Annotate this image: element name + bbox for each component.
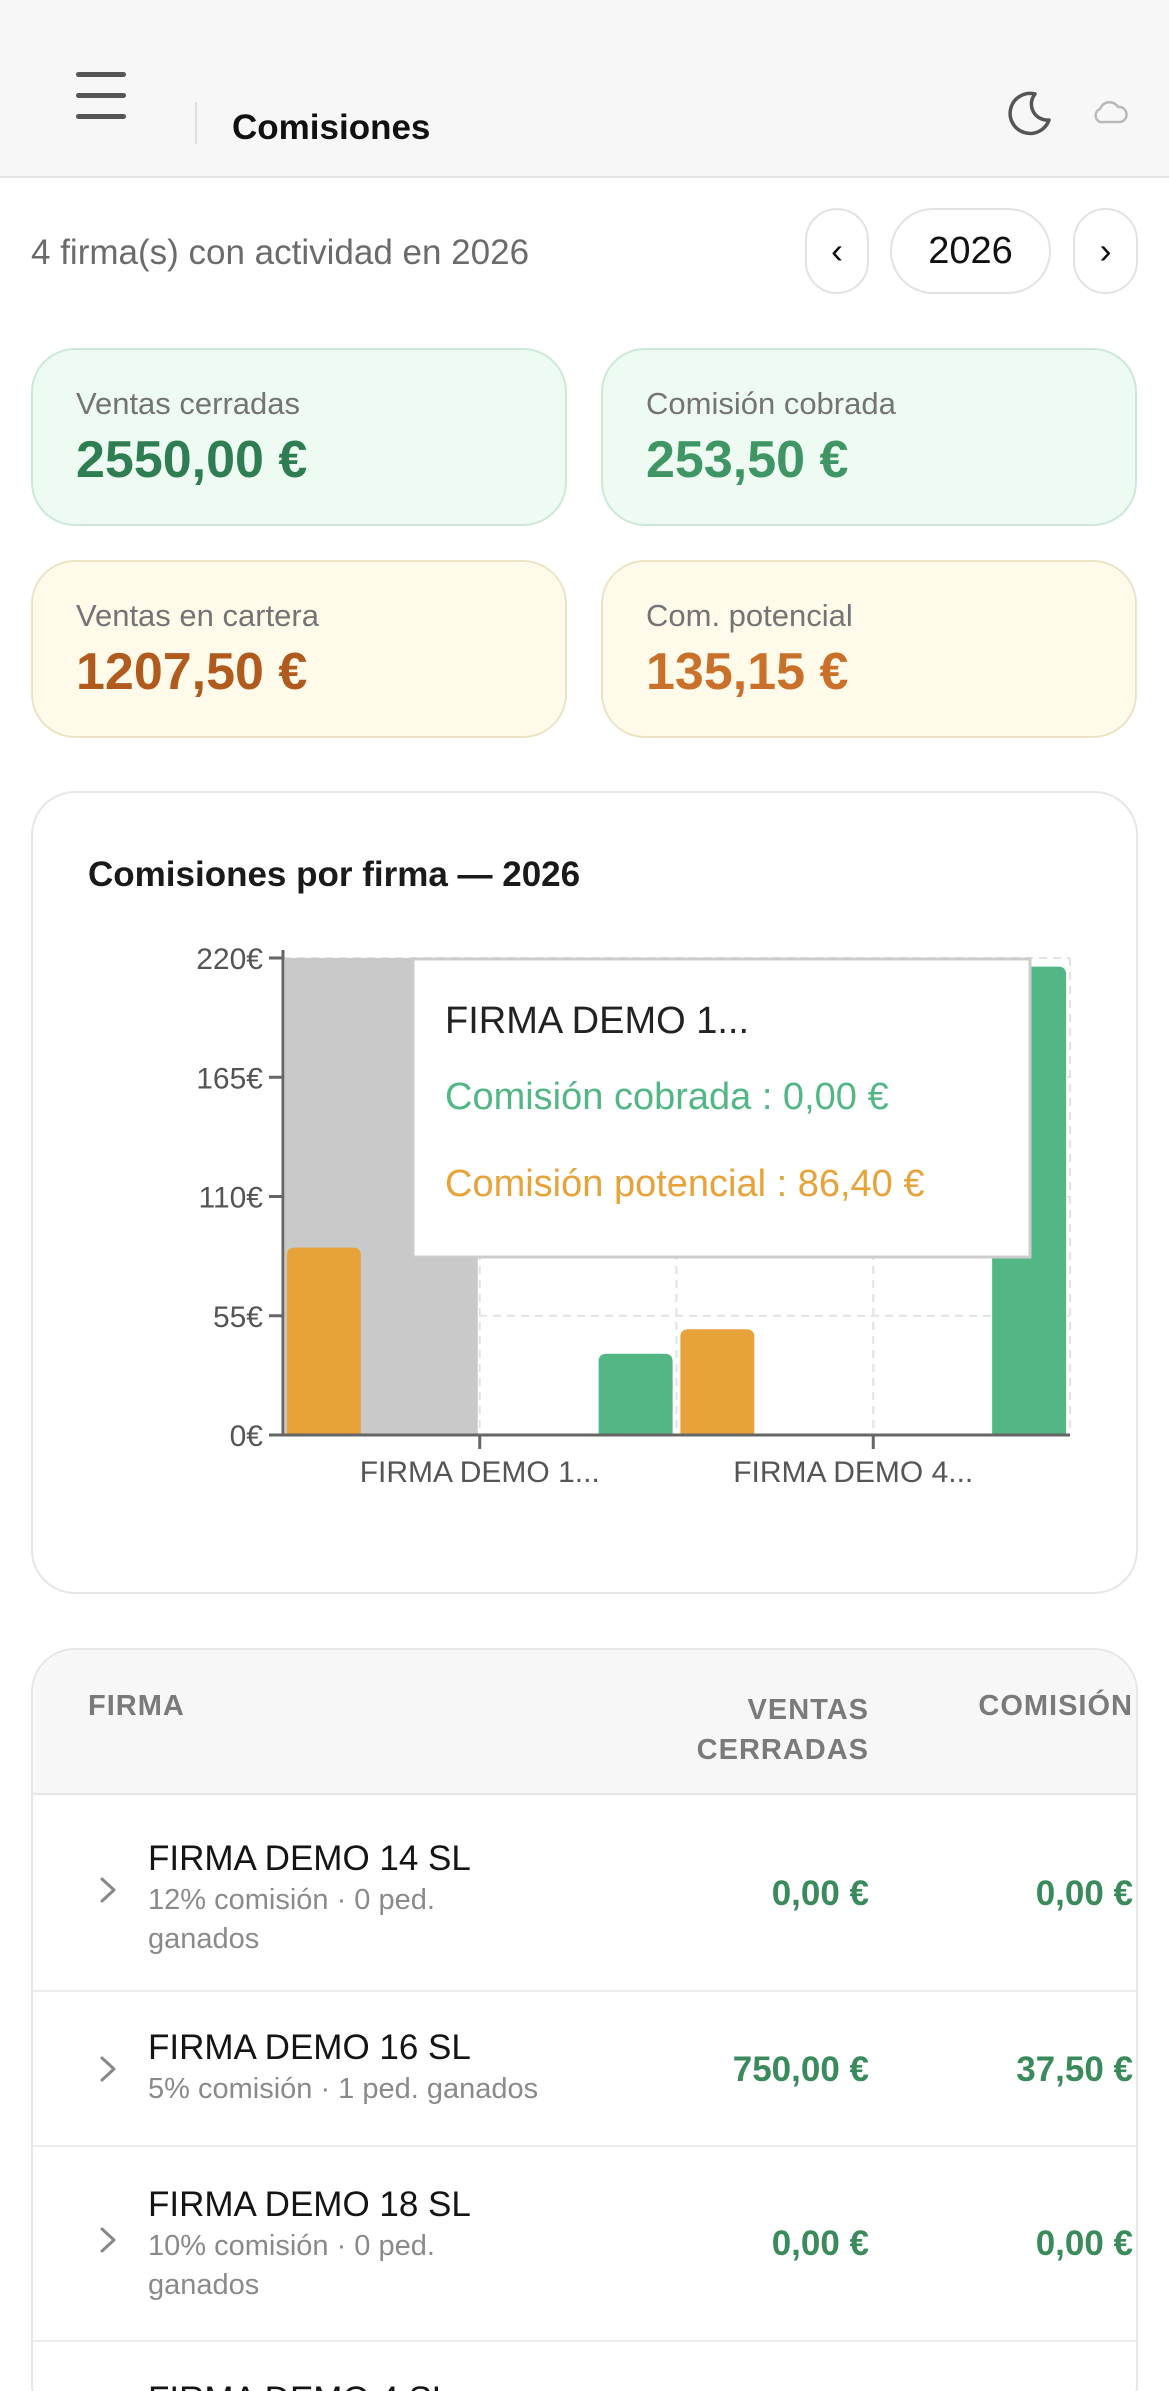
card-value: 1207,50 € <box>76 643 308 701</box>
card-ventas-cartera: Ventas en cartera 1207,50 € <box>31 560 567 738</box>
card-label: Ventas cerradas <box>76 386 301 421</box>
card-label: Ventas en cartera <box>76 598 319 633</box>
card-value: 135,15 € <box>646 643 849 701</box>
firm-name: FIRMA DEMO 16 SL <box>148 2028 471 2067</box>
ventas-value: 0,00 € <box>771 1874 869 1913</box>
table-header: FIRMA VENTAS CERRADAS COMISIÓN <box>33 1650 1136 1795</box>
card-com-potencial: Com. potencial 135,15 € <box>601 560 1137 738</box>
top-bar: Comisiones <box>0 0 1169 178</box>
y-tick-label: 220€ <box>196 943 263 976</box>
column-header-ventas-line2: CERRADAS <box>696 1734 869 1766</box>
ventas-value: 750,00 € <box>732 2050 869 2089</box>
x-tick-label: FIRMA DEMO 1... <box>360 1456 600 1489</box>
column-header-ventas-line1: VENTAS <box>747 1694 869 1726</box>
tooltip-firm: FIRMA DEMO 1... <box>445 1000 749 1042</box>
comision-value: 0,00 € <box>1035 2224 1133 2263</box>
chevron-right-icon[interactable] <box>97 2225 119 2255</box>
table-row[interactable]: FIRMA DEMO 18 SL 10% comisión · 0 ped. g… <box>33 2147 1136 2342</box>
bar-potencial <box>286 1247 361 1435</box>
hamburger-menu-icon[interactable] <box>76 70 126 120</box>
tooltip-cobrada: Comisión cobrada : 0,00 € <box>445 1076 889 1118</box>
prev-year-button[interactable]: ‹ <box>805 208 869 294</box>
tooltip-potencial: Comisión potencial : 86,40 € <box>445 1163 925 1205</box>
firms-table: FIRMA VENTAS CERRADAS COMISIÓN FIRMA DEM… <box>31 1648 1138 2391</box>
y-tick-label: 110€ <box>198 1182 263 1215</box>
table-row[interactable]: FIRMA DEMO 16 SL 5% comisión · 1 ped. ga… <box>33 1992 1136 2147</box>
card-comision-cobrada: Comisión cobrada 253,50 € <box>601 348 1137 526</box>
moon-icon[interactable] <box>1005 88 1055 138</box>
table-row[interactable]: FIRMA DEMO 14 SL 12% comisión · 0 ped. g… <box>33 1797 1136 1992</box>
column-header-firma[interactable]: FIRMA <box>88 1690 185 1723</box>
card-label: Com. potencial <box>646 598 853 633</box>
card-value: 2550,00 € <box>76 431 308 489</box>
card-value: 253,50 € <box>646 431 849 489</box>
firm-details: 5% comisión · 1 ped. ganados <box>148 2073 539 2105</box>
column-header-ventas[interactable]: VENTAS CERRADAS <box>669 1690 869 1770</box>
ventas-value: 0,00 € <box>771 2224 869 2263</box>
column-header-comision[interactable]: COMISIÓN <box>978 1690 1133 1723</box>
chart-card: Comisiones por firma — 2026 0€ 55€ 110€ 165… <box>31 791 1138 1594</box>
chevron-right-icon[interactable] <box>97 2054 119 2084</box>
y-tick-label: 0€ <box>230 1420 264 1453</box>
table-row[interactable]: FIRMA DEMO 4 SL <box>33 2342 1136 2391</box>
x-tick-label: FIRMA DEMO 4... <box>733 1456 973 1489</box>
firm-name: FIRMA DEMO 4 SL <box>148 2380 451 2391</box>
activity-summary: 4 firma(s) con actividad en 2026 <box>31 233 530 272</box>
card-ventas-cerradas: Ventas cerradas 2550,00 € <box>31 348 567 526</box>
y-tick-label: 55€ <box>213 1301 263 1334</box>
year-selector[interactable]: 2026 <box>890 208 1051 294</box>
title-divider <box>195 102 197 144</box>
comision-value: 37,50 € <box>1016 2050 1133 2089</box>
firm-details: 12% comisión · 0 ped. ganados <box>148 1884 435 1955</box>
page-title: Comisiones <box>232 108 431 147</box>
next-year-button[interactable]: › <box>1073 208 1138 294</box>
commission-bar-chart[interactable]: 0€ 55€ 110€ 165€ 220€ FIRMA DEMO 1... FIRMA DE… <box>33 793 1140 1596</box>
firm-details: 10% comisión · 0 ped. ganados <box>148 2230 435 2301</box>
firm-name: FIRMA DEMO 18 SL <box>148 2185 471 2224</box>
cloud-icon <box>1094 100 1128 124</box>
firm-name: FIRMA DEMO 14 SL <box>148 1839 471 1878</box>
bar-potencial <box>680 1329 755 1435</box>
comision-value: 0,00 € <box>1035 1874 1133 1913</box>
chevron-right-icon[interactable] <box>97 1875 119 1905</box>
bar-cobrada <box>598 1353 673 1435</box>
card-label: Comisión cobrada <box>646 386 896 421</box>
y-tick-label: 165€ <box>196 1062 263 1095</box>
